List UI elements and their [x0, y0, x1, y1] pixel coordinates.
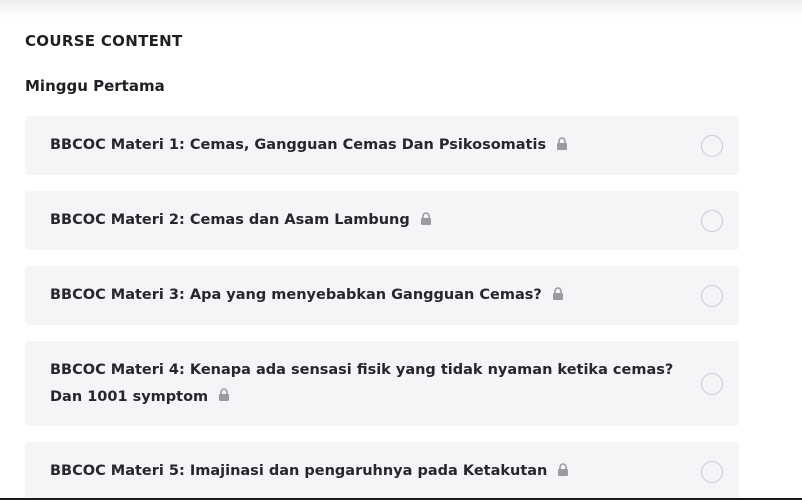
lock-icon	[219, 388, 230, 401]
course-content-title: COURSE CONTENT	[25, 32, 183, 50]
lesson-label-wrapper: BBCOC Materi 5: Imajinasi dan pengaruhny…	[50, 458, 569, 485]
lock-icon	[558, 462, 569, 476]
lesson-label-wrapper: BBCOC Materi 2: Cemas dan Asam Lambung	[50, 207, 432, 234]
completion-status-circle[interactable]	[701, 134, 723, 157]
lesson-item[interactable]: BBCOC Materi 3: Apa yang menyebabkan Gan…	[25, 266, 739, 325]
lesson-label-wrapper: BBCOC Materi 4: Kenapa ada sensasi fisik…	[50, 357, 679, 411]
completion-status-circle[interactable]	[701, 284, 723, 307]
course-content-page: COURSE CONTENT Minggu Pertama BBCOC Mate…	[0, 0, 802, 500]
lesson-item[interactable]: BBCOC Materi 1: Cemas, Gangguan Cemas Da…	[25, 116, 739, 175]
lesson-item[interactable]: BBCOC Materi 2: Cemas dan Asam Lambung	[25, 191, 739, 250]
lesson-label: BBCOC Materi 1: Cemas, Gangguan Cemas Da…	[50, 137, 547, 153]
week-title: Minggu Pertama	[25, 77, 165, 95]
completion-status-circle[interactable]	[701, 460, 723, 483]
lesson-label: BBCOC Materi 4: Kenapa ada sensasi fisik…	[50, 361, 674, 405]
lesson-item[interactable]: BBCOC Materi 4: Kenapa ada sensasi fisik…	[25, 341, 739, 426]
lock-icon	[557, 136, 568, 150]
lesson-list: BBCOC Materi 1: Cemas, Gangguan Cemas Da…	[25, 116, 739, 500]
lesson-label-wrapper: BBCOC Materi 1: Cemas, Gangguan Cemas Da…	[50, 132, 568, 159]
lesson-label: BBCOC Materi 2: Cemas dan Asam Lambung	[50, 212, 410, 228]
lock-icon	[552, 286, 563, 300]
lesson-label-wrapper: BBCOC Materi 3: Apa yang menyebabkan Gan…	[50, 282, 564, 309]
lesson-label: BBCOC Materi 5: Imajinasi dan pengaruhny…	[50, 463, 548, 479]
lesson-label: BBCOC Materi 3: Apa yang menyebabkan Gan…	[50, 287, 542, 303]
header-shadow	[0, 0, 802, 18]
lesson-item[interactable]: BBCOC Materi 5: Imajinasi dan pengaruhny…	[25, 442, 739, 500]
completion-status-circle[interactable]	[701, 372, 723, 395]
completion-status-circle[interactable]	[701, 209, 723, 232]
lock-icon	[420, 211, 431, 225]
